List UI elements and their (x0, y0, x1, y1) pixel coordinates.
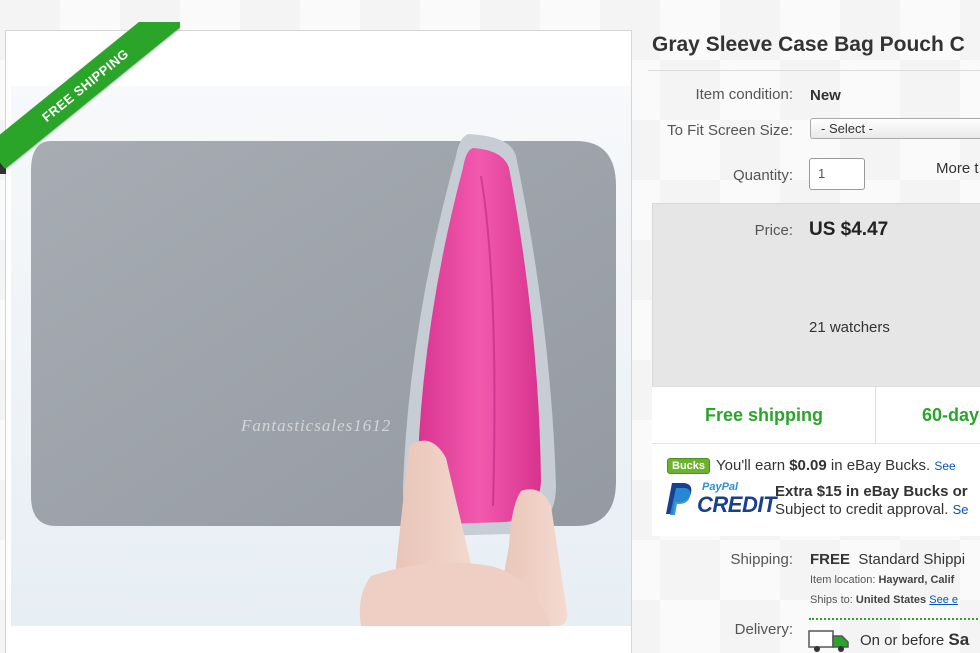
paypal-approval-text: Subject to credit approval. (775, 501, 949, 518)
quantity-value: 1 (818, 166, 826, 181)
more-than-text: More t (936, 160, 979, 177)
shipping-cost: FREE (810, 551, 851, 568)
paypal-offer: Extra $15 in eBay Bucks or (775, 483, 968, 500)
delivery-day: Sa (948, 630, 970, 649)
bucks-see-link[interactable]: See (934, 459, 955, 473)
ebay-bucks-badge: Bucks (667, 458, 711, 474)
ships-to: Ships to: United States See e (810, 594, 958, 606)
item-location: Item location: Hayward, Calif (810, 574, 954, 586)
delivery-text: On or before (860, 632, 945, 649)
bucks-suffix: in eBay Bucks. (826, 457, 931, 474)
bucks-text: You'll earn $0.09 in eBay Bucks. See (716, 457, 956, 474)
delivery-divider (809, 618, 980, 620)
watchers-count[interactable]: 21 watchers (809, 319, 890, 336)
price-value: US $4.47 (809, 219, 889, 240)
ships-to-see-link[interactable]: See e (929, 594, 958, 606)
bucks-prefix: You'll earn (716, 457, 790, 474)
ships-to-value: United States (855, 594, 927, 606)
item-location-value: Hayward, Calif (878, 574, 955, 586)
quantity-input[interactable]: 1 (809, 158, 865, 190)
returns-badge: 60-day (922, 405, 980, 425)
paypal-p-icon (666, 483, 692, 515)
shipping-label: Shipping: (730, 551, 793, 568)
fit-size-selected: - Select - (821, 121, 874, 136)
badges-divider (875, 386, 876, 444)
paypal-approval: Subject to credit approval. Se (775, 501, 969, 518)
credit-wordmark: CREDIT (697, 492, 776, 517)
fit-size-label: To Fit Screen Size: (667, 122, 793, 139)
shipping-value: FREE Standard Shippi (810, 551, 965, 568)
delivery-estimate: On or before Sa (860, 630, 969, 650)
condition-value: New (810, 87, 841, 104)
delivery-truck-icon (808, 630, 849, 652)
paypal-see-link[interactable]: Se (953, 502, 969, 517)
image-watermark: Fantasticsales1612 (241, 416, 392, 435)
ships-to-label: Ships to: (810, 594, 853, 606)
shipping-method: Standard Shippi (858, 551, 966, 568)
bucks-amount: $0.09 (789, 457, 827, 474)
item-location-label: Item location: (810, 574, 876, 586)
delivery-label: Delivery: (734, 621, 793, 638)
condition-label: Item condition: (695, 86, 793, 103)
ribbon-label: FREE SHIPPING (0, 22, 180, 170)
title-divider (648, 70, 980, 71)
free-shipping-ribbon: FREE SHIPPING (0, 22, 180, 172)
fit-size-select[interactable]: - Select - (810, 118, 980, 139)
quantity-label: Quantity: (732, 167, 793, 184)
price-label: Price: (754, 222, 793, 239)
free-shipping-badge: Free shipping (705, 405, 824, 425)
paypal-credit-logo: PayPal CREDIT (664, 478, 776, 518)
product-title: Gray Sleeve Case Bag Pouch C (652, 33, 965, 56)
